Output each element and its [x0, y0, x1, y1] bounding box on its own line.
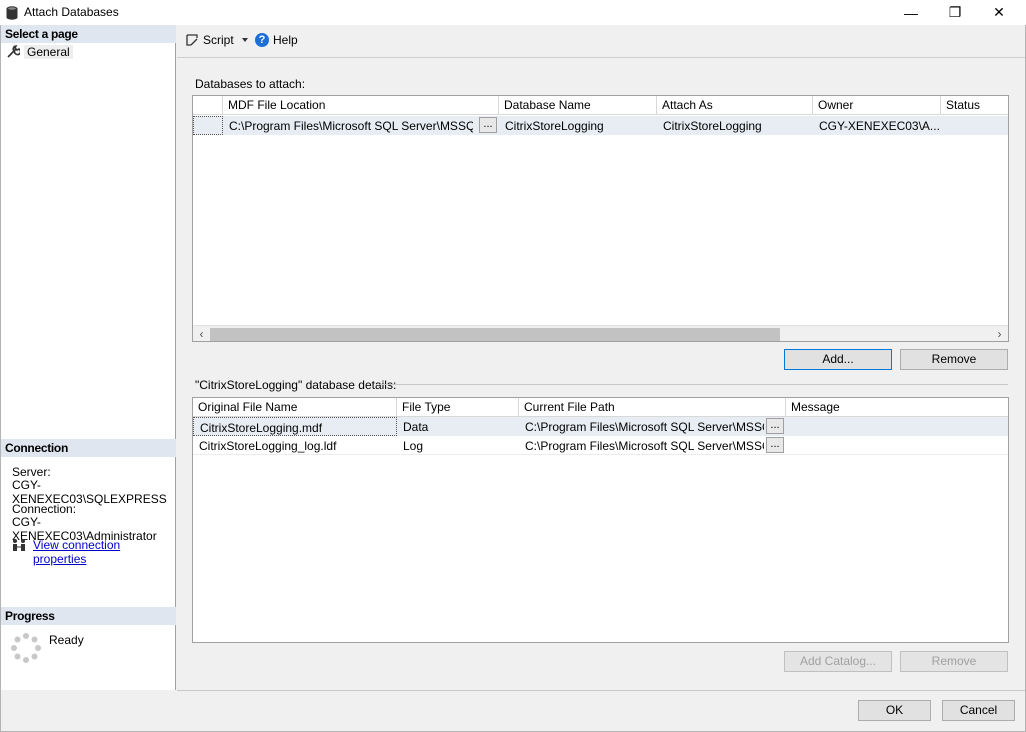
browse-file-button[interactable]: ... [766, 418, 784, 434]
script-label: Script [203, 33, 234, 47]
connection-properties-icon [13, 539, 25, 551]
progress-status: Ready [49, 633, 84, 647]
wrench-icon [7, 45, 20, 58]
row-selector[interactable] [193, 116, 223, 135]
databases-grid: MDF File Location Database Name Attach A… [192, 95, 1009, 342]
scroll-right-icon[interactable]: › [991, 327, 1008, 341]
status-cell [941, 116, 1008, 135]
browse-file-button[interactable]: ... [766, 437, 784, 453]
attach-as-cell[interactable]: CitrixStoreLogging [657, 116, 813, 135]
server-label: Server: [12, 465, 51, 479]
toolbar: Script ? Help [177, 25, 1025, 58]
maximize-icon: ❐ [948, 4, 962, 20]
remove-database-button[interactable]: Remove [900, 349, 1008, 370]
scroll-thumb[interactable] [210, 328, 780, 341]
owner-cell[interactable]: CGY-XENEXEC03\A... [813, 116, 941, 135]
column-header[interactable]: Owner [813, 96, 941, 115]
row-header-column [193, 96, 223, 115]
close-button[interactable]: ✕ [976, 0, 1022, 25]
add-catalog-button[interactable]: Add Catalog... [784, 651, 892, 672]
page-item-general[interactable]: General [7, 44, 73, 59]
file-type-cell: Log [403, 439, 424, 453]
message-cell [786, 436, 1008, 455]
file-type-cell: Data [403, 420, 429, 434]
file-name-cell: CitrixStoreLogging.mdf [193, 417, 397, 436]
column-header[interactable]: Current File Path [519, 398, 786, 417]
help-button[interactable]: ? Help [255, 33, 298, 47]
progress-spinner-icon [11, 633, 41, 663]
add-database-button[interactable]: Add... [784, 349, 892, 370]
details-divider [380, 384, 1008, 385]
window-title: Attach Databases [24, 5, 119, 19]
column-header[interactable]: Attach As [657, 96, 813, 115]
ok-button[interactable]: OK [858, 700, 931, 721]
message-cell [786, 417, 1008, 436]
help-label: Help [273, 33, 298, 47]
maximize-button[interactable]: ❐ [932, 0, 978, 25]
cancel-button[interactable]: Cancel [942, 700, 1015, 721]
dialog-footer: OK Cancel [177, 690, 1025, 731]
details-grid: Original File Name File Type Current Fil… [192, 397, 1009, 643]
page-item-label: General [24, 44, 73, 59]
select-page-header: Select a page [1, 25, 176, 43]
connection-header: Connection [1, 439, 176, 457]
title-bar: Attach Databases — ❐ ✕ [0, 0, 1026, 25]
database-icon [6, 6, 18, 20]
table-row[interactable]: CitrixStoreLogging.mdf Data C:\Program F… [193, 417, 1008, 436]
minimize-icon: — [904, 4, 918, 21]
column-header[interactable]: MDF File Location [223, 96, 499, 115]
progress-header: Progress [1, 607, 176, 625]
script-icon [186, 34, 198, 46]
remove-file-button[interactable]: Remove [900, 651, 1008, 672]
databases-grid-header: MDF File Location Database Name Attach A… [193, 96, 1008, 115]
column-header[interactable]: Status [941, 96, 1008, 115]
mdf-location-cell: C:\Program Files\Microsoft SQL Server\MS… [229, 119, 473, 133]
chevron-down-icon[interactable] [238, 35, 252, 45]
connection-label: Connection: [12, 502, 77, 516]
database-name-cell[interactable]: CitrixStoreLogging [499, 116, 657, 135]
close-icon: ✕ [993, 4, 1005, 20]
file-path-cell: C:\Program Files\Microsoft SQL Server\MS… [525, 420, 764, 434]
details-grid-header: Original File Name File Type Current Fil… [193, 398, 1008, 417]
column-header[interactable]: Message [786, 398, 1008, 417]
scroll-left-icon[interactable]: ‹ [193, 327, 210, 341]
column-header[interactable]: File Type [397, 398, 519, 417]
column-header[interactable]: Database Name [499, 96, 657, 115]
minimize-button[interactable]: — [888, 0, 934, 25]
table-row[interactable]: C:\Program Files\Microsoft SQL Server\MS… [193, 116, 1008, 135]
help-icon: ? [255, 33, 269, 47]
script-button[interactable]: Script [185, 33, 252, 47]
details-group-label: "CitrixStoreLogging" database details: [195, 378, 397, 392]
databases-group-label: Databases to attach: [195, 77, 306, 91]
column-header[interactable]: Original File Name [193, 398, 397, 417]
left-pane: Select a page General Connection Server:… [1, 25, 176, 690]
file-name-cell: CitrixStoreLogging_log.ldf [199, 439, 337, 453]
view-connection-properties-link[interactable]: View connection properties [33, 538, 175, 566]
table-row[interactable]: CitrixStoreLogging_log.ldf Log C:\Progra… [193, 436, 1008, 455]
file-path-cell: C:\Program Files\Microsoft SQL Server\MS… [525, 439, 764, 453]
databases-hscrollbar[interactable]: ‹ › [193, 325, 1008, 341]
browse-mdf-button[interactable]: ... [479, 117, 497, 133]
